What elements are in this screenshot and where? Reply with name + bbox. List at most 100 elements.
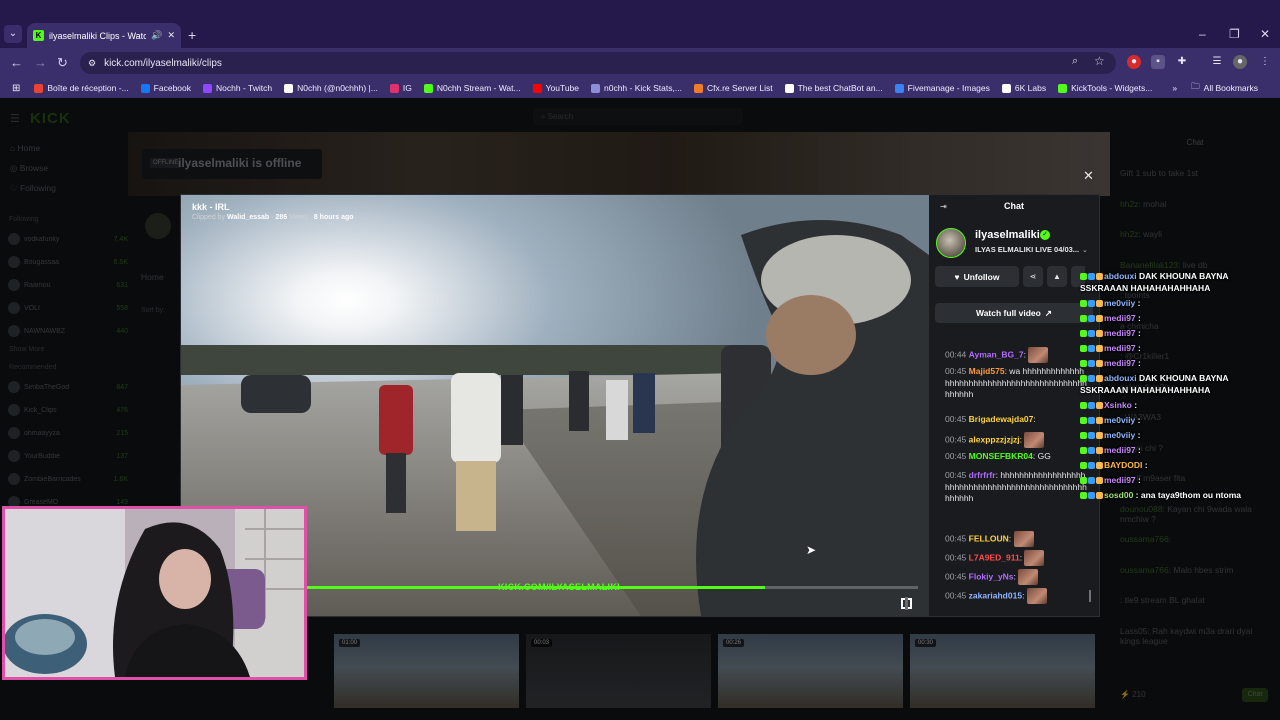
overlay-chat-message: medii97 : — [1080, 343, 1141, 353]
bookmark-favicon-icon — [532, 83, 542, 93]
back-icon[interactable]: ← — [10, 55, 23, 70]
overlay-chat-message: medii97 : — [1080, 358, 1141, 368]
chat-badge-icon — [1088, 315, 1095, 323]
overlay-chat-message: SSKRAAAN HAHAHAHAHHAHA — [1080, 385, 1211, 395]
chat-badge-icon — [1088, 300, 1095, 308]
bookmarks-overflow-icon[interactable]: » — [1172, 83, 1177, 93]
bookmark-item[interactable]: IG — [389, 83, 412, 93]
chat-badge-icon — [1096, 300, 1103, 308]
chat-badge-icon — [1088, 417, 1095, 425]
watch-full-video-button[interactable]: Watch full video ↗ — [935, 303, 1093, 323]
bookmark-favicon-icon — [284, 83, 294, 93]
chat-username[interactable]: MONSEFBKR04 — [969, 451, 1033, 461]
chat-message: 00:45 MONSEFBKR04: GG — [945, 451, 1051, 461]
bookmark-favicon-icon — [203, 83, 213, 93]
chat-badge-icon — [1096, 273, 1103, 281]
unfollow-button[interactable]: ♥ Unfollow — [935, 266, 1019, 287]
chat-message: 00:45 drfrfrfr: hhhhhhhhhhhhhhhhhhhhhhhh… — [945, 470, 1087, 503]
chat-badge-icon — [1080, 417, 1087, 425]
bookmark-item[interactable]: Fivemanage - Images — [894, 83, 990, 93]
bookmark-favicon-icon — [591, 83, 600, 93]
bookmark-item[interactable]: Boîte de réception -... — [34, 83, 129, 93]
overlay-chat-message: medii97 : — [1080, 328, 1141, 338]
close-tab-icon[interactable]: ✕ — [167, 30, 175, 41]
bookmark-favicon-icon — [784, 83, 794, 93]
site-info-icon[interactable]: ⚙ — [88, 58, 96, 69]
tab-search-button[interactable]: ⌄ — [4, 25, 22, 43]
chat-username[interactable]: FELLOUN — [969, 533, 1009, 543]
channel-name[interactable]: ilyaselmaliki — [975, 229, 1040, 241]
browser-menu-icon[interactable]: ⋮ — [1258, 55, 1272, 69]
chat-message: 00:45 Majid575: wa hhhhhhhhhhhhhhhhhhhhh… — [945, 366, 1087, 399]
chat-message: 00:45 zakariahd015: — [945, 588, 1087, 604]
maximize-button[interactable]: ❐ — [1229, 27, 1240, 41]
chat-badge-icon — [1096, 417, 1103, 425]
chat-badge-icon — [1080, 492, 1087, 500]
apps-grid-icon[interactable]: ⊞ — [12, 83, 20, 94]
reload-icon[interactable]: ↻ — [57, 55, 68, 71]
bookmark-item[interactable]: n0chh - Kick Stats,... — [591, 83, 682, 93]
reading-list-icon[interactable]: ☰ — [1210, 55, 1224, 69]
collapse-chat-icon[interactable]: ⇥ — [940, 202, 947, 211]
chat-username[interactable]: Ayman_BG_7 — [969, 349, 1024, 359]
chat-badge-icon — [1096, 477, 1103, 485]
tab-title: ilyaselmaliki Clips - Watch I — [49, 30, 147, 41]
forward-icon[interactable]: → — [34, 55, 47, 70]
chat-badge-icon — [1088, 462, 1095, 470]
chat-scrollbar[interactable] — [1089, 590, 1091, 602]
close-modal-icon[interactable]: ✕ — [1083, 168, 1094, 184]
audio-playing-icon[interactable]: 🔊 — [151, 30, 162, 41]
bookmark-favicon-icon — [1058, 83, 1068, 93]
all-bookmarks-folder[interactable]: 🗀 All Bookmarks — [1191, 81, 1258, 95]
extensions-puzzle-icon[interactable]: ✚ — [1175, 55, 1189, 69]
chat-username[interactable]: Majid575 — [969, 366, 1005, 376]
overlay-chat-message: abdouxi DAK KHOUNA BAYNA — [1080, 271, 1229, 281]
close-window-button[interactable]: ✕ — [1260, 27, 1270, 41]
chat-badge-icon — [1080, 330, 1087, 338]
profile-avatar[interactable]: ● — [1233, 55, 1247, 69]
chat-message: 00:45 alexppzzjzjzj: — [945, 432, 1087, 448]
chat-badge-icon — [1088, 273, 1095, 281]
chat-username[interactable]: zakariahd015 — [969, 590, 1022, 600]
bookmark-star-icon[interactable]: ☆ — [1094, 54, 1105, 68]
new-tab-button[interactable]: + — [188, 27, 196, 43]
fullscreen-icon[interactable] — [901, 597, 912, 610]
bookmark-item[interactable]: Nochh - Twitch — [203, 83, 272, 93]
bookmark-item[interactable]: Cfx.re Server List — [693, 83, 773, 93]
modal-chat-title: Chat — [1004, 201, 1024, 211]
bookmark-item[interactable]: N0chh Stream - Wat... — [423, 83, 521, 93]
heart-icon: ♥ — [954, 271, 960, 282]
chat-username[interactable]: alexppzzjzjzj — [969, 434, 1020, 444]
bookmark-item[interactable]: KickTools - Widgets... — [1058, 83, 1152, 93]
extension-record-icon[interactable]: ● — [1127, 55, 1141, 69]
bookmark-favicon-icon — [389, 83, 399, 93]
channel-avatar[interactable] — [936, 228, 966, 258]
chat-username[interactable]: Brigadewajda07 — [969, 414, 1034, 424]
emote-icon — [1024, 432, 1045, 448]
emote-icon — [1026, 588, 1047, 604]
chat-username[interactable]: drfrfrfr — [969, 470, 996, 480]
chat-badge-icon — [1096, 447, 1103, 455]
bookmark-item[interactable]: Facebook — [140, 83, 191, 93]
bookmark-item[interactable]: YouTube — [532, 83, 579, 93]
chat-badge-icon — [1096, 375, 1103, 383]
clipper-name[interactable]: Walid_essab — [227, 214, 269, 221]
chevron-down-icon[interactable]: ⌄ — [1082, 246, 1088, 254]
chat-badge-icon — [1088, 432, 1095, 440]
chat-badge-icon — [1080, 447, 1087, 455]
bookmark-item[interactable]: 6K Labs — [1001, 83, 1046, 93]
browser-tab[interactable]: K ilyaselmaliki Clips - Watch I 🔊 ✕ — [27, 23, 181, 48]
share-icon[interactable]: ⋖ — [1023, 266, 1043, 287]
chat-username[interactable]: L7A9ED_911 — [969, 552, 1020, 562]
report-icon[interactable]: ▲ — [1047, 266, 1067, 287]
bookmark-item[interactable]: The best ChatBot an... — [784, 83, 883, 93]
chat-username[interactable]: Flokiy_yNs — [969, 571, 1014, 581]
bookmark-item[interactable]: N0chh (@n0chhh) |... — [284, 83, 378, 93]
extension-box-icon[interactable]: ▪ — [1151, 55, 1165, 69]
address-bar[interactable]: ⚙ kick.com/ilyaselmaliki/clips — [80, 52, 1116, 74]
minimize-button[interactable]: – — [1199, 27, 1206, 41]
zoom-icon[interactable]: ⌕ — [1072, 55, 1078, 68]
chat-badge-icon — [1080, 300, 1087, 308]
overlay-chat-message: medii97 : — [1080, 445, 1141, 455]
chat-badge-icon — [1080, 315, 1087, 323]
